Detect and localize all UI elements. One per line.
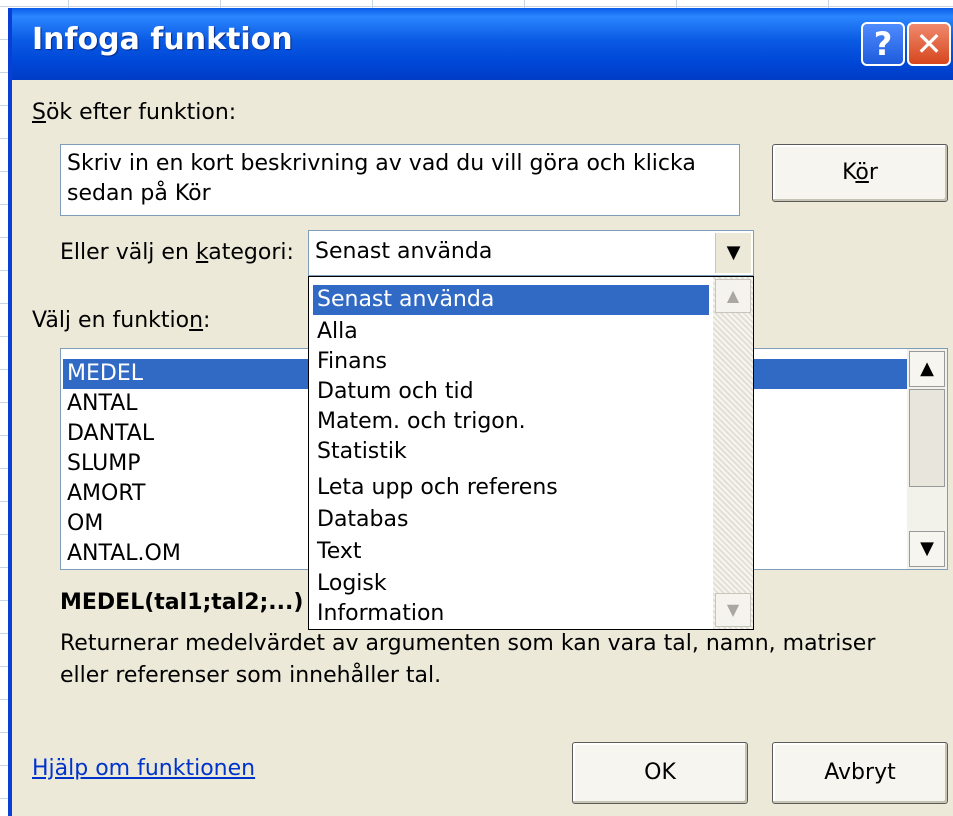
function-list-label-pre: Välj en funktio [32,308,190,333]
search-text-line2: sedan på Kör [67,181,211,206]
function-list-label-post: : [203,308,211,333]
category-label: Eller välj en kategori: [60,240,294,265]
dialog-title: Infoga funktion [32,22,293,57]
scroll-up-icon[interactable]: ▲ [909,351,945,387]
category-option[interactable]: Statistik [313,437,709,467]
function-list-label: Välj en funktion: [32,308,210,333]
function-description: Returnerar medelvärdet av argumenten som… [60,628,940,692]
run-button-text-pre: K [842,160,856,185]
function-list-scrollbar[interactable]: ▲ ▼ [907,349,947,569]
search-label: Sök efter funktion: [32,100,236,125]
ok-button[interactable]: OK [572,742,748,804]
run-button[interactable]: Kör [772,144,948,202]
category-dropdown-list[interactable]: Senast använda Alla Finans Datum och tid… [308,276,754,630]
scrollbar-thumb[interactable] [909,389,945,487]
help-icon[interactable]: ? [861,22,905,66]
function-description-line2: eller referenser som innehåller tal. [60,663,442,688]
category-option[interactable]: Databas [313,505,709,535]
run-button-accel: ö [855,160,869,185]
category-label-accel: k [195,240,209,265]
run-button-text-post: r [868,160,878,185]
category-label-pre: Eller välj en [60,240,196,265]
category-option[interactable]: Matem. och trigon. [313,407,709,437]
category-option[interactable]: Logisk [313,569,709,599]
category-selected-value: Senast använda [315,239,493,264]
search-input[interactable]: Skriv in en kort beskrivning av vad du v… [60,144,740,216]
category-option[interactable]: Leta upp och referens [313,473,709,503]
category-option[interactable]: Information [313,599,709,629]
close-icon[interactable]: ✕ [907,22,951,66]
function-list-label-accel: n [189,308,204,333]
category-label-post: ategori: [208,240,294,265]
scroll-down-icon[interactable]: ▼ [909,531,945,567]
category-option[interactable]: Text [313,537,709,567]
search-label-accel: S [32,100,46,125]
cancel-button[interactable]: Avbryt [772,742,948,804]
chevron-down-icon[interactable]: ▼ [715,233,751,273]
category-option[interactable]: Finans [313,347,709,377]
function-signature: MEDEL(tal1;tal2;...) [60,590,304,615]
category-option[interactable]: Alla [313,317,709,347]
scroll-down-icon[interactable]: ▼ [715,593,751,627]
search-text-line1: Skriv in en kort beskrivning av vad du v… [67,151,696,176]
function-description-line1: Returnerar medelvärdet av argumenten som… [60,631,876,656]
category-dropdown-scrollbar[interactable]: ▲ ▼ [713,277,753,629]
dialog-titlebar[interactable]: Infoga funktion ? ✕ [12,8,953,80]
category-select[interactable]: Senast använda ▼ [308,230,754,276]
category-option[interactable]: Senast använda [313,285,709,315]
category-option[interactable]: Datum och tid [313,377,709,407]
scroll-up-icon[interactable]: ▲ [715,279,751,313]
search-label-text: ök efter funktion: [45,100,237,125]
help-link[interactable]: Hjälp om funktionen [32,756,255,781]
insert-function-dialog: Infoga funktion ? ✕ Sök efter funktion: … [8,8,953,816]
